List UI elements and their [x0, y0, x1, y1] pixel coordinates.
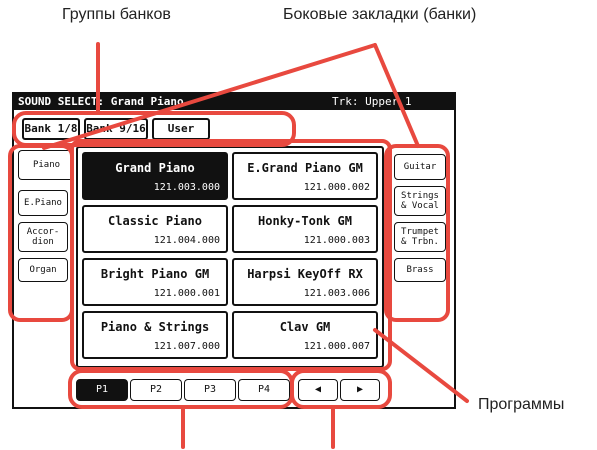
highlight-programs	[70, 139, 392, 371]
callout-line-right-tabs	[373, 43, 420, 148]
highlight-arrows	[290, 369, 392, 409]
annotation-overlay	[8, 42, 469, 449]
callout-line-left-tabs	[42, 43, 377, 150]
highlight-pages	[68, 369, 294, 409]
highlight-left-tabs	[8, 144, 74, 322]
highlight-right-tabs	[384, 144, 450, 322]
